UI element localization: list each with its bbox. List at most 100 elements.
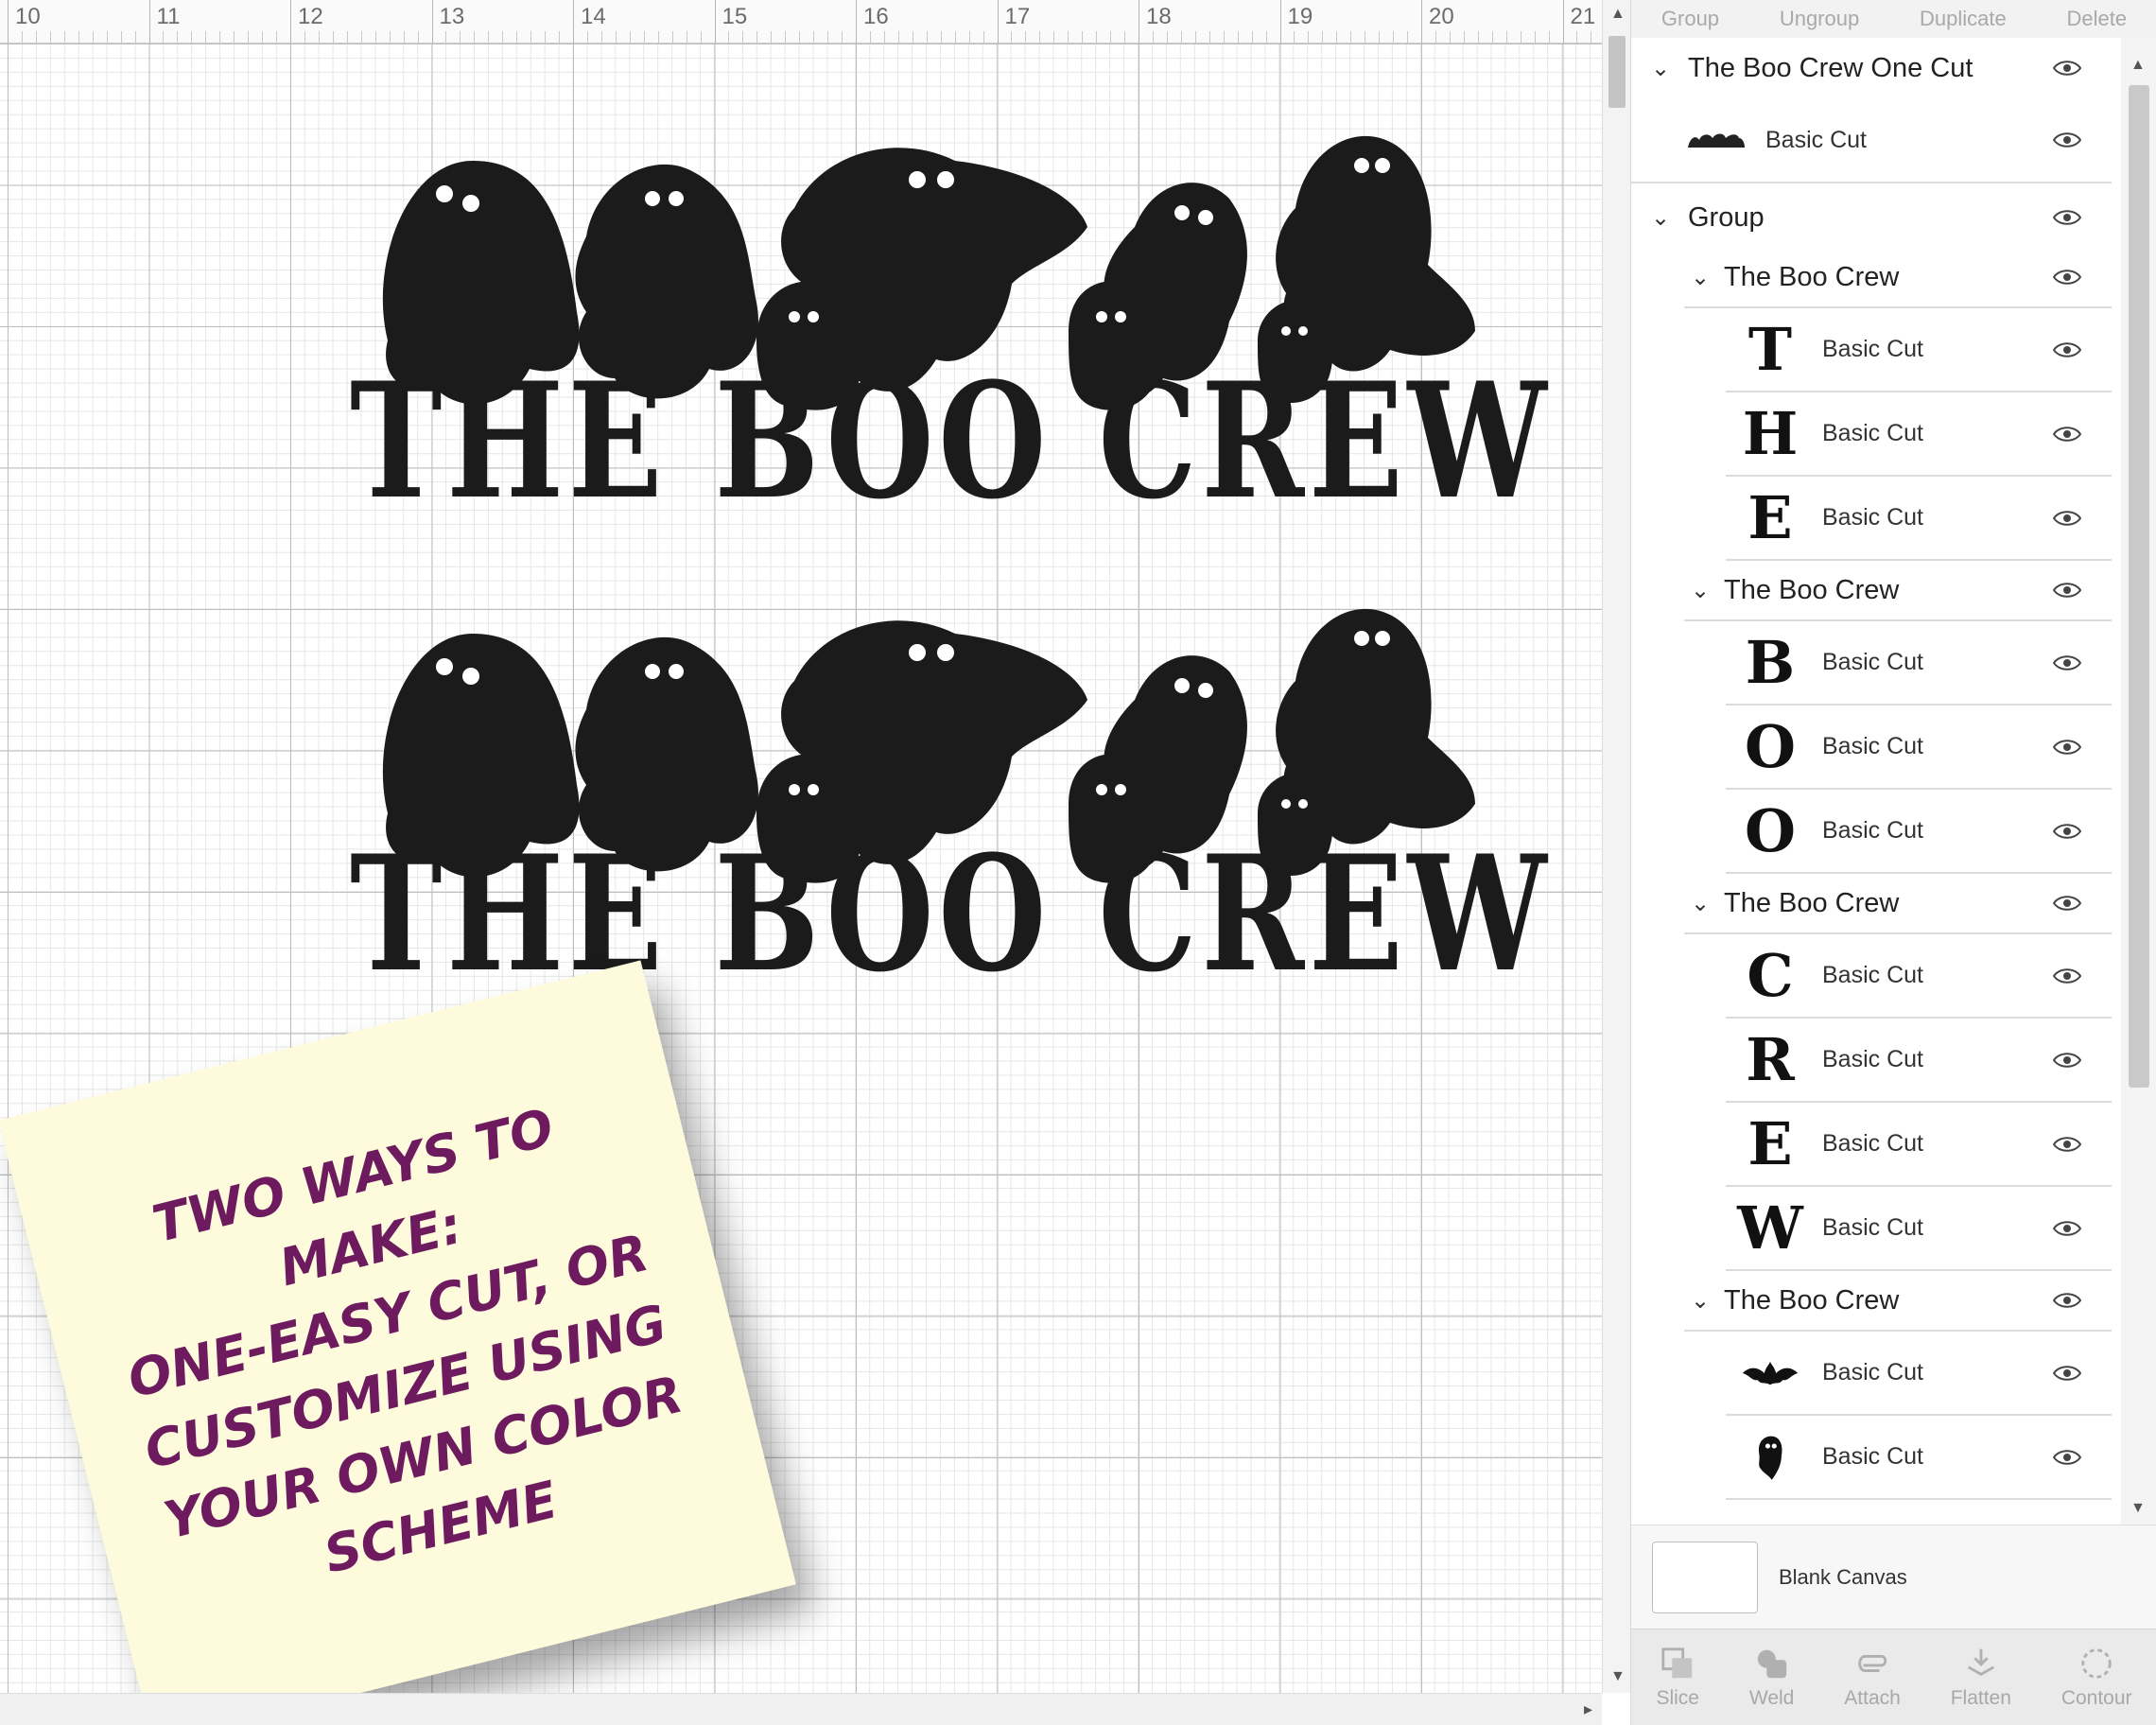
scroll-up-icon[interactable]: ▲ — [2130, 57, 2146, 74]
visibility-eye-icon[interactable] — [2052, 581, 2082, 600]
ruler-minor-tick — [813, 31, 815, 43]
ungroup-button[interactable]: Ungroup — [1780, 7, 1859, 31]
chevron-down-icon[interactable]: ⌄ — [1644, 204, 1677, 232]
layer-item-label: Basic Cut — [1822, 1443, 1923, 1470]
visibility-eye-icon[interactable] — [2052, 509, 2082, 528]
duplicate-button[interactable]: Duplicate — [1920, 7, 2007, 31]
visibility-eye-icon[interactable] — [2052, 1448, 2082, 1467]
ruler-minor-tick — [1463, 31, 1465, 43]
layer-thumbnail: O — [1735, 712, 1805, 782]
layer-subgroup[interactable]: ⌄ The Boo Crew — [1684, 248, 2112, 308]
visibility-eye-icon[interactable] — [2052, 738, 2082, 757]
attach-button[interactable]: Attach — [1844, 1646, 1901, 1710]
ruler-minor-tick — [1025, 31, 1027, 43]
scroll-right-icon[interactable]: ▸ — [1584, 1699, 1592, 1719]
contour-button[interactable]: Contour — [2061, 1646, 2132, 1710]
ruler-minor-tick — [1294, 31, 1295, 43]
chevron-down-icon[interactable]: ⌄ — [1684, 1287, 1716, 1315]
layer-item[interactable]: E Basic Cut — [1726, 1103, 2112, 1187]
layer-item[interactable]: O Basic Cut — [1726, 706, 2112, 790]
ruler-minor-tick — [827, 31, 829, 43]
ruler-minor-tick — [982, 31, 984, 43]
ruler-minor-tick — [219, 31, 221, 43]
canvas-vertical-scrollbar[interactable]: ▲ ▼ — [1602, 0, 1630, 1693]
layer-subgroup[interactable]: ⌄ The Boo Crew — [1684, 1271, 2112, 1332]
blank-canvas-row[interactable]: Blank Canvas — [1631, 1525, 2156, 1629]
ruler-minor-tick — [1053, 31, 1055, 43]
visibility-eye-icon[interactable] — [2052, 208, 2082, 227]
ruler-minor-tick — [318, 31, 320, 43]
visibility-eye-icon[interactable] — [2052, 340, 2082, 359]
layer-subgroup[interactable]: ⌄ The Boo Crew — [1684, 874, 2112, 934]
visibility-eye-icon[interactable] — [2052, 1051, 2082, 1070]
layer-group-one-cut[interactable]: ⌄ The Boo Crew One Cut — [1631, 38, 2112, 98]
layer-item-one-cut[interactable]: Basic Cut — [1631, 98, 2112, 183]
visibility-eye-icon[interactable] — [2052, 967, 2082, 985]
ruler-minor-tick — [106, 31, 108, 43]
weld-button[interactable]: Weld — [1749, 1646, 1794, 1710]
ruler-tick — [290, 0, 291, 44]
ruler-label: 14 — [581, 4, 606, 29]
scroll-down-icon[interactable]: ▼ — [2130, 1500, 2146, 1517]
boo-crew-text: THE BOO CREW — [350, 347, 1552, 534]
slice-button[interactable]: Slice — [1656, 1646, 1699, 1710]
chevron-down-icon[interactable]: ⌄ — [1644, 55, 1677, 82]
scroll-up-icon[interactable]: ▲ — [1610, 6, 1626, 23]
design-canvas[interactable]: 10 11 12 13 14 15 16 17 18 19 20 21 THE … — [0, 0, 1602, 1725]
boo-crew-design-group[interactable]: THE BOO CREW — [350, 596, 1547, 1031]
scroll-thumb[interactable] — [1608, 36, 1626, 108]
ruler-minor-tick — [417, 31, 419, 43]
scroll-thumb[interactable] — [2129, 85, 2149, 1088]
layer-item[interactable]: Basic Cut — [1726, 1416, 2112, 1500]
visibility-eye-icon[interactable] — [2052, 1291, 2082, 1310]
chevron-down-icon[interactable]: ⌄ — [1684, 890, 1716, 917]
layer-thumbnail — [1735, 1422, 1805, 1492]
ruler-minor-tick — [177, 31, 179, 43]
layer-item[interactable]: H Basic Cut — [1726, 392, 2112, 477]
layer-item[interactable]: T Basic Cut — [1726, 308, 2112, 392]
ruler-tick — [1279, 0, 1281, 44]
visibility-eye-icon[interactable] — [2052, 268, 2082, 287]
layer-item[interactable]: C Basic Cut — [1726, 934, 2112, 1019]
flatten-icon — [1967, 1648, 1994, 1676]
boo-crew-design-one-cut[interactable]: THE BOO CREW — [350, 123, 1552, 558]
delete-button[interactable]: Delete — [2067, 7, 2128, 31]
flatten-button[interactable]: Flatten — [1951, 1646, 2011, 1710]
ruler-minor-tick — [756, 31, 758, 43]
ruler-minor-tick — [1379, 31, 1381, 43]
layer-subgroup[interactable]: ⌄ The Boo Crew — [1684, 561, 2112, 621]
layer-item[interactable]: Basic Cut — [1726, 1332, 2112, 1416]
visibility-eye-icon[interactable] — [2052, 59, 2082, 78]
visibility-eye-icon[interactable] — [2052, 894, 2082, 913]
ruler-minor-tick — [1434, 31, 1436, 43]
visibility-eye-icon[interactable] — [2052, 425, 2082, 444]
chevron-down-icon[interactable]: ⌄ — [1684, 264, 1716, 291]
ruler-minor-tick — [545, 31, 547, 43]
visibility-eye-icon[interactable] — [2052, 1219, 2082, 1238]
visibility-eye-icon[interactable] — [2052, 822, 2082, 841]
layer-item[interactable]: R Basic Cut — [1726, 1019, 2112, 1103]
visibility-eye-icon[interactable] — [2052, 1135, 2082, 1154]
visibility-eye-icon[interactable] — [2052, 653, 2082, 672]
ruler-tick — [856, 0, 857, 44]
visibility-eye-icon[interactable] — [2052, 1364, 2082, 1383]
chevron-down-icon[interactable]: ⌄ — [1684, 577, 1716, 604]
layer-item[interactable]: E Basic Cut — [1726, 477, 2112, 561]
layers-list[interactable]: ⌄ The Boo Crew One Cut Basic Cut ⌄ Group ⌄ The… — [1631, 38, 2121, 1525]
layers-scrollbar[interactable]: ▲ ▼ — [2121, 38, 2156, 1525]
layer-item[interactable]: O Basic Cut — [1726, 790, 2112, 874]
canvas-color-swatch[interactable] — [1652, 1541, 1758, 1613]
ruler-minor-tick — [1407, 31, 1409, 43]
layer-item[interactable]: W Basic Cut — [1726, 1187, 2112, 1271]
flatten-label: Flatten — [1950, 1686, 2011, 1709]
ruler-minor-tick — [1449, 31, 1451, 43]
canvas-horizontal-scrollbar[interactable]: ▸ — [0, 1693, 1602, 1725]
layer-item[interactable]: B Basic Cut — [1726, 621, 2112, 706]
ruler-tick — [714, 0, 716, 44]
scroll-down-icon[interactable]: ▼ — [1610, 1668, 1626, 1685]
group-button[interactable]: Group — [1661, 7, 1719, 31]
layer-group[interactable]: ⌄ Group — [1631, 187, 2112, 248]
ruler-minor-tick — [1491, 31, 1493, 43]
sticky-note: TWO WAYS TO MAKE: ONE-EASY CUT, OR CUSTO… — [0, 960, 796, 1725]
visibility-eye-icon[interactable] — [2052, 131, 2082, 149]
